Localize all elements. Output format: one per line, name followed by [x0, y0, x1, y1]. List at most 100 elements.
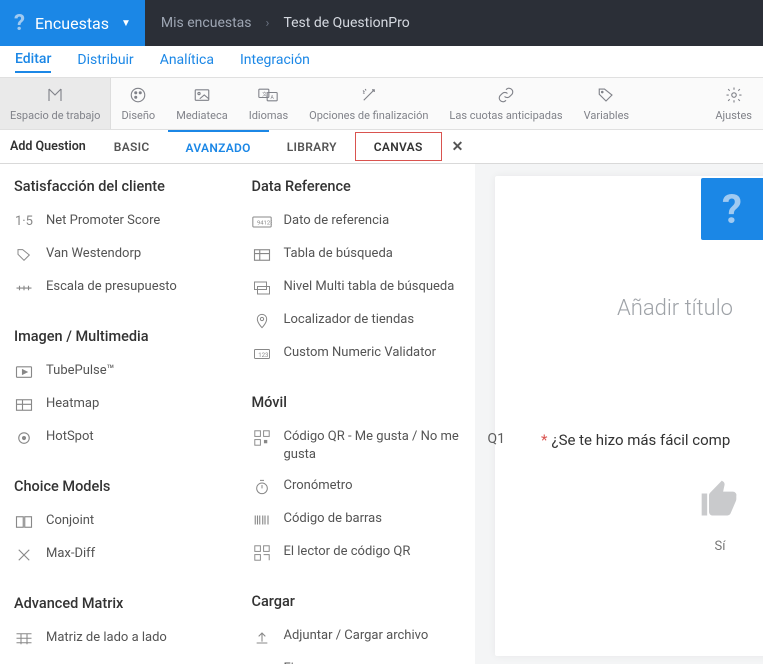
item-qrreader[interactable]: El lector de código QR [252, 536, 468, 569]
item-validator[interactable]: 123 Custom Numeric Validator [252, 337, 468, 370]
item-nps[interactable]: 1·5Net Promoter Score [14, 205, 230, 238]
item-multitabla-label: Nivel Multi tabla de búsqueda [284, 278, 455, 296]
item-tabla-label: Tabla de búsqueda [284, 245, 393, 263]
tab-avanzado[interactable]: AVANZADO [168, 130, 269, 163]
nav-editar[interactable]: Editar [15, 51, 51, 73]
tab-basic[interactable]: BASIC [96, 130, 168, 163]
item-flexmatrix[interactable]: Rejilla compleja matriz / Flex [14, 655, 230, 664]
question-number: Q1 [475, 431, 515, 447]
item-westendorp-label: Van Westendorp [46, 245, 141, 263]
target-icon [14, 429, 34, 447]
brand-menu[interactable]: ? Encuestas ▼ [0, 0, 145, 46]
breadcrumb-parent[interactable]: Mis encuestas [161, 15, 252, 31]
link-icon [497, 85, 515, 105]
tb-finalizacion-label: Opciones de finalización [309, 109, 428, 122]
item-qrlike[interactable]: Código QR - Me gusta / No me gusta [252, 421, 468, 470]
item-tiendas[interactable]: Localizador de tiendas [252, 304, 468, 337]
tb-diseno[interactable]: Diseño [111, 78, 166, 129]
workspace-icon [46, 85, 64, 105]
tb-idiomas[interactable]: 文A Idiomas [239, 78, 299, 129]
item-heatmap[interactable]: Heatmap [14, 388, 230, 421]
item-nps-label: Net Promoter Score [46, 212, 160, 230]
image-icon [193, 85, 211, 105]
h-choice: Choice Models [14, 478, 230, 495]
wand-icon [360, 85, 378, 105]
item-tiendas-label: Localizador de tiendas [284, 311, 415, 329]
heatmap-icon [14, 396, 34, 414]
svg-text:94123: 94123 [257, 221, 272, 227]
main-nav: Editar Distribuir Analítica Integración [0, 46, 763, 78]
item-firma-label: Firma [284, 660, 317, 664]
option-yes[interactable]: Sí [585, 477, 763, 554]
item-barcode-label: Código de barras [284, 510, 382, 528]
language-icon: 文A [258, 85, 278, 105]
item-tubepulse[interactable]: TubePulse™ [14, 355, 230, 388]
tb-mediateca[interactable]: Mediateca [166, 78, 238, 129]
item-multitabla[interactable]: Nivel Multi tabla de búsqueda [252, 271, 468, 304]
item-presupuesto[interactable]: Escala de presupuesto [14, 271, 230, 304]
item-hotspot-label: HotSpot [46, 428, 94, 446]
video-icon [14, 363, 34, 381]
slider-icon [14, 279, 34, 297]
stopwatch-icon [252, 478, 272, 496]
tb-variables-label: Variables [584, 109, 630, 122]
tb-variables[interactable]: Variables [574, 78, 641, 129]
question-text: *¿Se te hizo más fácil comp [541, 431, 730, 449]
qr-reader-icon [252, 544, 272, 562]
table-icon [252, 246, 272, 264]
nav-distribuir[interactable]: Distribuir [77, 52, 133, 72]
nav-analitica[interactable]: Analítica [160, 52, 214, 72]
chevron-down-icon: ▼ [121, 18, 131, 29]
item-tabla[interactable]: Tabla de búsqueda [252, 238, 468, 271]
upload-icon [252, 628, 272, 646]
item-validator-label: Custom Numeric Validator [284, 344, 437, 362]
nav-integracion[interactable]: Integración [240, 52, 310, 72]
tb-cuotas-label: Las cuotas anticipadas [449, 109, 562, 122]
item-referencia[interactable]: 94123 Dato de referencia [252, 205, 468, 238]
item-sidebyside[interactable]: Matriz de lado a lado [14, 622, 230, 655]
item-firma[interactable]: Firma [252, 653, 468, 664]
item-presupuesto-label: Escala de presupuesto [46, 278, 177, 296]
tb-idiomas-label: Idiomas [249, 109, 288, 122]
svg-text:A: A [271, 95, 275, 101]
item-westendorp[interactable]: Van Westendorp [14, 238, 230, 271]
h-reference: Data Reference [252, 178, 468, 195]
tb-ajustes[interactable]: Ajustes [705, 78, 763, 129]
panel-right-column: Data Reference 94123 Dato de referencia T… [238, 164, 476, 664]
h-satisfaccion: Satisfacción del cliente [14, 178, 230, 195]
brand-badge: ? [701, 178, 763, 240]
question-text-value: ¿Se te hizo más fácil comp [551, 431, 730, 449]
item-referencia-label: Dato de referencia [284, 212, 390, 230]
number-icon: 123 [252, 345, 272, 363]
breadcrumb: Mis encuestas › Test de QuestionPro [145, 0, 426, 46]
tb-ajustes-label: Ajustes [715, 109, 752, 122]
h-movil: Móvil [252, 394, 468, 411]
tb-diseno-label: Diseño [121, 109, 155, 122]
item-tubepulse-label: TubePulse™ [46, 362, 115, 380]
brand-badge-icon: ? [722, 186, 742, 233]
tb-cuotas[interactable]: Las cuotas anticipadas [439, 78, 573, 129]
toolbar: Espacio de trabajo Diseño Mediateca 文A I… [0, 78, 763, 130]
tb-finalizacion[interactable]: Opciones de finalización [299, 78, 439, 129]
multitable-icon [252, 279, 272, 297]
tb-espacio[interactable]: Espacio de trabajo [0, 78, 111, 129]
item-maxdiff[interactable]: Max-Diff [14, 538, 230, 571]
item-qrlike-label: Código QR - Me gusta / No me gusta [284, 428, 468, 463]
item-conjoint[interactable]: Conjoint [14, 505, 230, 538]
item-qrreader-label: El lector de código QR [284, 543, 411, 561]
survey-canvas: ? Añadir título Q1 *¿Se te hizo más fáci… [475, 164, 763, 664]
item-barcode[interactable]: Código de barras [252, 503, 468, 536]
breadcrumb-current: Test de QuestionPro [283, 15, 409, 31]
item-hotspot[interactable]: HotSpot [14, 421, 230, 454]
tab-canvas[interactable]: CANVAS [355, 132, 442, 161]
tab-library[interactable]: LIBRARY [269, 130, 355, 163]
panel-left-column: Satisfacción del cliente 1·5Net Promoter… [0, 164, 238, 664]
item-cronometro[interactable]: Cronómetro [252, 470, 468, 503]
svg-text:123: 123 [258, 352, 268, 359]
survey-card[interactable]: Añadir título Q1 *¿Se te hizo más fácil … [495, 176, 763, 656]
option-yes-label: Sí [715, 539, 726, 554]
item-adjuntar[interactable]: Adjuntar / Cargar archivo [252, 620, 468, 653]
close-panel-button[interactable]: ✕ [442, 130, 474, 163]
tb-espacio-label: Espacio de trabajo [10, 109, 100, 122]
h-imagen: Imagen / Multimedia [14, 328, 230, 345]
